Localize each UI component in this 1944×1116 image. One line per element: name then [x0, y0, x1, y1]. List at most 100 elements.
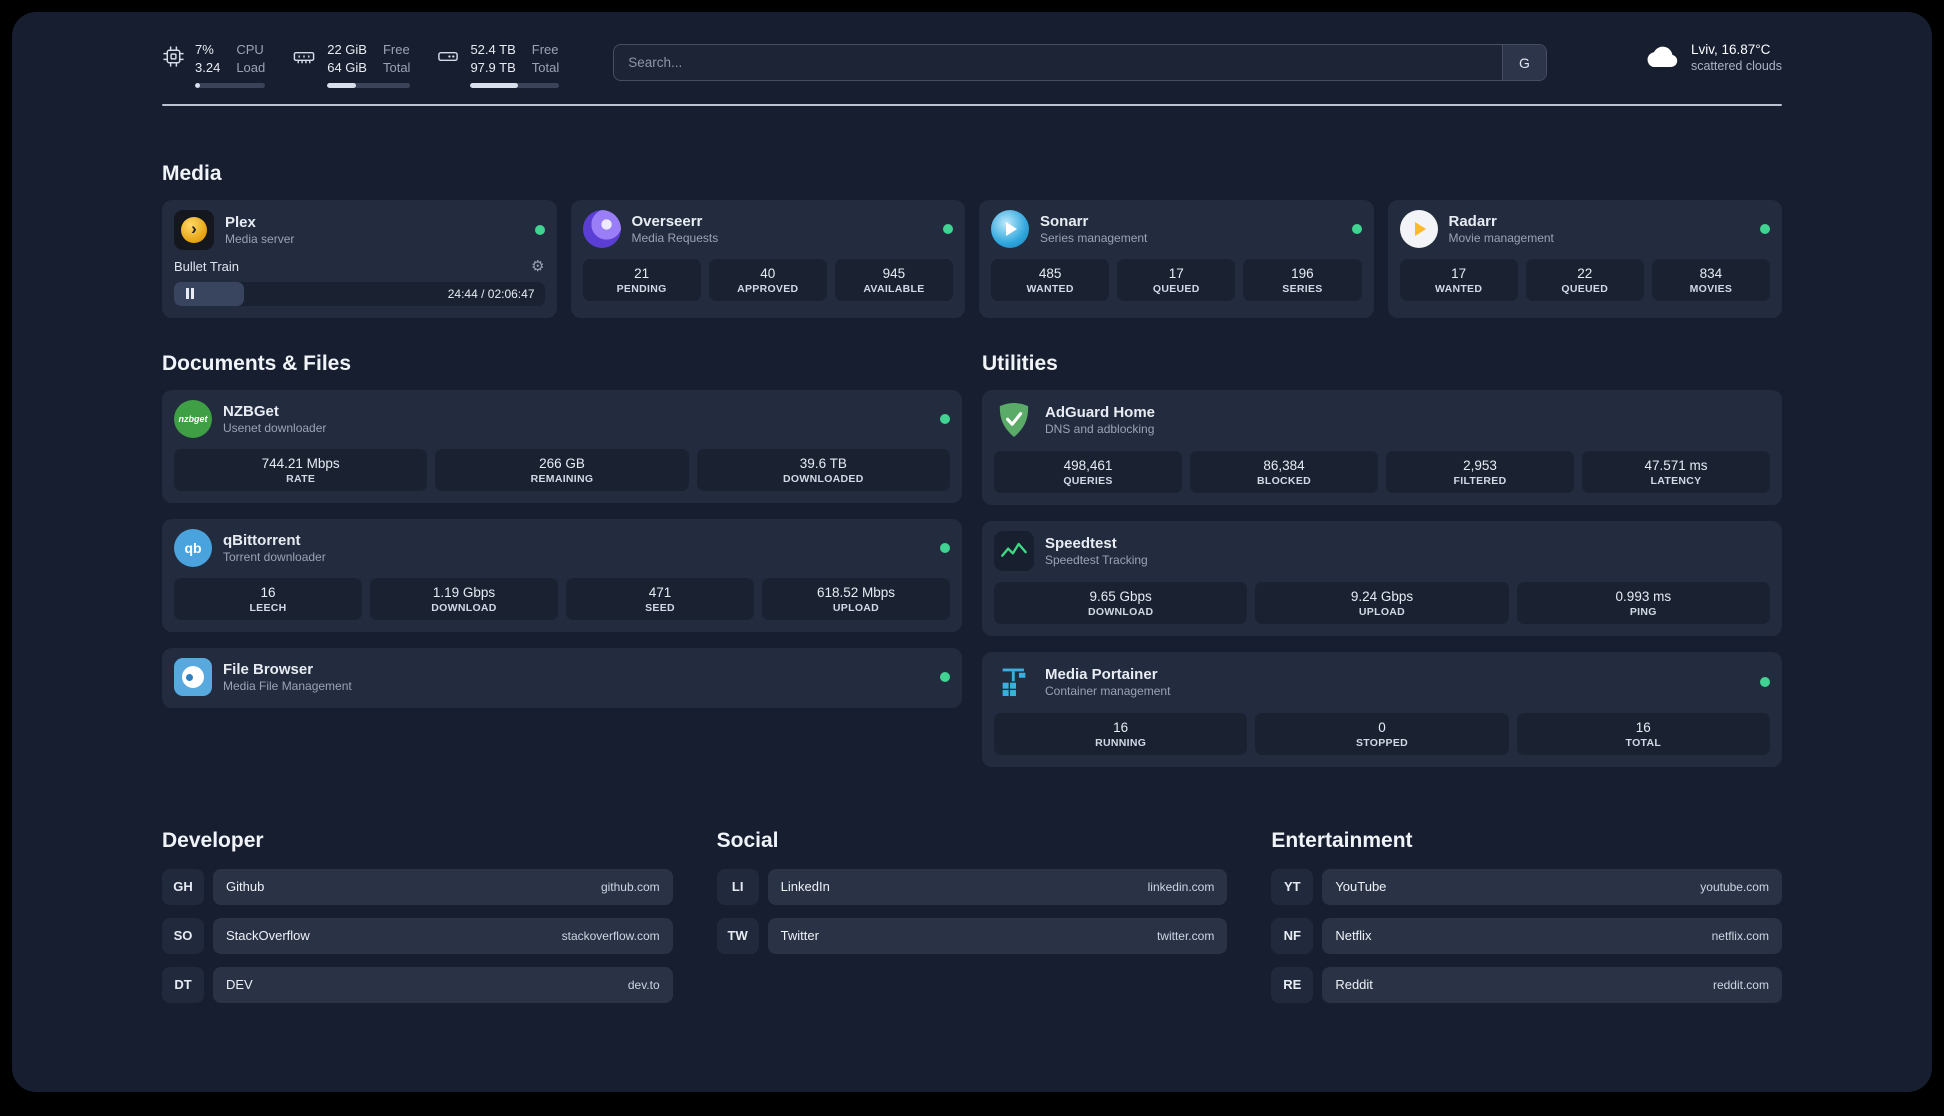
stat-label: UPLOAD — [832, 601, 880, 614]
service-name: Media Portainer — [1045, 665, 1158, 683]
search-input[interactable] — [614, 55, 1502, 70]
stat-box: 16 TOTAL — [1516, 712, 1770, 755]
stat-box: 744.21 Mbps RATE — [174, 448, 428, 491]
service-subtitle: Container management — [1045, 683, 1171, 698]
service-name: AdGuard Home — [1045, 403, 1156, 421]
nzbget-icon: nzbget — [174, 399, 212, 438]
player-progress-bar[interactable]: 24:44 / 02:06:47 — [174, 281, 545, 306]
stat-value: 21 — [634, 265, 650, 281]
stat-value: 196 — [1291, 265, 1314, 281]
service-card-plex[interactable]: › Plex Media server Bullet Train ⚙ 24:44… — [162, 199, 557, 318]
stat-box: 17 WANTED — [1399, 258, 1518, 301]
stat-box: 40 APPROVED — [708, 258, 827, 301]
bookmark-link-reddit[interactable]: Reddit reddit.com — [1322, 966, 1782, 1003]
bookmark-url: github.com — [600, 879, 660, 894]
bookmark-row: RE Reddit reddit.com — [1271, 966, 1782, 1003]
stat-value: 471 — [648, 584, 672, 600]
bookmark-link-dev[interactable]: DEV dev.to — [213, 966, 673, 1003]
plex-icon: › — [174, 209, 214, 250]
bookmark-name: Twitter — [780, 928, 819, 944]
service-name: Radarr — [1448, 212, 1497, 230]
bookmark-link-linkedin[interactable]: LinkedIn linkedin.com — [767, 868, 1228, 905]
status-dot — [1351, 223, 1362, 234]
stat-label: DOWNLOAD — [431, 601, 497, 614]
service-subtitle: Speedtest Tracking — [1045, 552, 1148, 567]
bookmarks: Developer GH Github github.com SO StackO… — [162, 829, 1782, 1016]
stat-label: DOWNLOADED — [783, 472, 864, 485]
service-subtitle: Movie management — [1448, 230, 1554, 245]
stat-value: 0.993 ms — [1615, 588, 1672, 604]
bookmark-abbr: DT — [162, 966, 204, 1003]
service-card-speedtest[interactable]: Speedtest Speedtest Tracking 9.65 Gbps D… — [982, 520, 1782, 636]
bookmark-name: Reddit — [1335, 977, 1373, 993]
bookmark-abbr: SO — [162, 917, 204, 954]
bookmark-url: twitter.com — [1156, 928, 1215, 943]
stat-value: 86,384 — [1263, 457, 1305, 473]
pause-icon[interactable] — [186, 288, 194, 300]
service-card-radarr[interactable]: Radarr Movie management 17 WANTED 22 QUE… — [1387, 199, 1782, 318]
search-provider-button[interactable]: G — [1501, 45, 1546, 80]
stat-box: 0 STOPPED — [1255, 712, 1509, 755]
service-card-adguard[interactable]: AdGuard Home DNS and adblocking 498,461 … — [982, 389, 1782, 505]
stat-box: 22 QUEUED — [1525, 258, 1644, 301]
bookmark-link-github[interactable]: Github github.com — [213, 868, 673, 905]
cpu-widget: 7% CPU 3.24 Load — [162, 42, 266, 88]
stat-label: WANTED — [1434, 282, 1483, 295]
divider — [162, 103, 1782, 106]
service-subtitle: Media Requests — [631, 230, 719, 245]
bookmark-url: dev.to — [627, 977, 660, 992]
bookmark-link-stackoverflow[interactable]: StackOverflow stackoverflow.com — [213, 917, 673, 954]
bookmark-link-netflix[interactable]: Netflix netflix.com — [1322, 917, 1782, 954]
stat-value: 17 — [1451, 265, 1467, 281]
stat-label: SEED — [645, 601, 675, 614]
bookmark-abbr: YT — [1271, 868, 1314, 905]
stat-label: PING — [1629, 605, 1657, 618]
stat-label: STOPPED — [1355, 736, 1409, 749]
status-dot — [940, 671, 950, 682]
bookmark-name: StackOverflow — [226, 928, 310, 944]
stat-box: 17 QUEUED — [1117, 258, 1236, 301]
stat-value: 16 — [260, 584, 276, 600]
middle-columns: Documents & Files nzbget NZBGet Usenet d… — [162, 352, 1782, 767]
memory-free-label: Free — [382, 42, 410, 57]
cpu-icon — [162, 45, 185, 88]
bookmark-row: LI LinkedIn linkedin.com — [716, 868, 1228, 905]
stat-label: BLOCKED — [1256, 474, 1311, 487]
bookmark-url: reddit.com — [1712, 977, 1769, 992]
service-card-qbittorrent[interactable]: qb qBittorrent Torrent downloader 16 LEE… — [162, 518, 962, 632]
stat-box: 498,461 QUERIES — [994, 450, 1182, 493]
stat-box: 485 WANTED — [991, 258, 1110, 301]
service-name: Speedtest — [1045, 534, 1117, 552]
bookmark-name: Netflix — [1335, 928, 1372, 944]
stat-box: 39.6 TB DOWNLOADED — [696, 448, 950, 491]
service-card-overseerr[interactable]: Overseerr Media Requests 21 PENDING 40 A… — [570, 199, 965, 318]
service-card-sonarr[interactable]: Sonarr Series management 485 WANTED 17 Q… — [979, 199, 1374, 318]
stat-box: 834 MOVIES — [1651, 258, 1771, 301]
service-card-nzbget[interactable]: nzbget NZBGet Usenet downloader 744.21 M… — [162, 389, 962, 503]
weather-condition: scattered clouds — [1690, 59, 1782, 73]
stat-box: 2,953 FILTERED — [1386, 450, 1574, 493]
section-title-entertainment: Entertainment — [1271, 828, 1413, 852]
stat-box: 16 RUNNING — [994, 712, 1248, 755]
stat-box: 47.571 ms LATENCY — [1582, 450, 1770, 493]
bookmark-abbr: TW — [716, 917, 759, 954]
stat-label: QUERIES — [1063, 474, 1113, 487]
stat-label: FILTERED — [1453, 474, 1507, 487]
service-card-filebrowser[interactable]: File Browser Media File Management — [162, 647, 962, 708]
service-card-portainer[interactable]: Media Portainer Container management 16 … — [982, 651, 1782, 767]
bookmark-row: TW Twitter twitter.com — [716, 917, 1228, 954]
stat-value: 2,953 — [1463, 457, 1497, 473]
topbar: 7% CPU 3.24 Load 22 GiB Free 64 GiB Tota… — [162, 42, 1782, 88]
settings-gear-icon[interactable]: ⚙ — [531, 259, 544, 274]
now-playing-title: Bullet Train — [174, 258, 240, 274]
disk-free-value: 52.4 TB — [470, 42, 516, 57]
bookmark-link-youtube[interactable]: YouTube youtube.com — [1322, 868, 1782, 905]
bookmark-link-twitter[interactable]: Twitter twitter.com — [767, 917, 1228, 954]
stat-label: RUNNING — [1095, 736, 1147, 749]
status-dot — [534, 224, 545, 235]
stat-value: 9.65 Gbps — [1089, 588, 1152, 604]
bookmark-url: stackoverflow.com — [561, 928, 660, 943]
stat-value: 945 — [882, 265, 906, 281]
bookmark-abbr: RE — [1271, 966, 1314, 1003]
overseerr-icon — [582, 209, 621, 248]
